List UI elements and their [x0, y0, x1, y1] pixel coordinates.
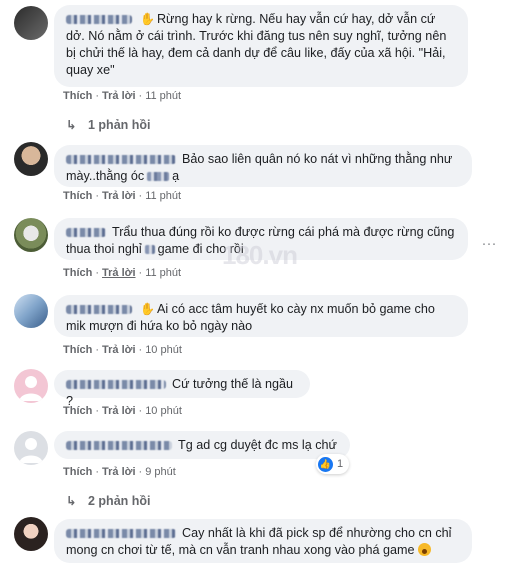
comment-bubble: Bảo sao liên quân nó ko nát vì những thằ…	[54, 145, 472, 187]
reply-button[interactable]: Trả lời	[102, 405, 136, 417]
censored-word	[144, 245, 155, 255]
default-avatar-icon	[19, 376, 43, 401]
hand-icon: ✋	[140, 302, 155, 316]
like-button[interactable]: Thích	[63, 90, 92, 102]
author-name[interactable]	[66, 380, 166, 390]
like-button[interactable]: Thích	[63, 190, 92, 202]
more-options-button[interactable]: ···	[477, 232, 501, 256]
comment-text: Tg ad cg duyệt đc ms lạ chứ	[178, 438, 337, 452]
comment-bubble: Cay nhất là khi đã pick sp để nhường cho…	[54, 519, 472, 563]
view-replies-link[interactable]: ↳ 2 phản hồi	[66, 493, 151, 508]
author-name[interactable]	[66, 155, 176, 165]
author-name[interactable]	[66, 15, 132, 25]
author-name[interactable]	[66, 441, 172, 451]
comment-bubble: Cứ tưởng thế là ngầu ?	[54, 370, 310, 408]
avatar[interactable]	[14, 431, 48, 465]
comment-actions: Thích · Trả lời · 10 phút	[63, 405, 182, 417]
author-name[interactable]	[66, 228, 106, 238]
timestamp[interactable]: 11 phút	[145, 267, 181, 279]
like-button[interactable]: Thích	[63, 466, 92, 478]
comment-bubble: Tg ad cg duyệt đc ms lạ chứ	[54, 431, 350, 459]
timestamp[interactable]: 11 phút	[145, 190, 181, 202]
reply-button[interactable]: Trả lời	[102, 267, 136, 279]
timestamp[interactable]: 10 phút	[145, 405, 182, 417]
censored-word	[147, 172, 170, 182]
avatar[interactable]	[14, 218, 48, 252]
avatar[interactable]	[14, 369, 48, 403]
more-horizontal-icon: ···	[481, 235, 497, 252]
like-button[interactable]: Thích	[63, 267, 92, 279]
view-replies-link[interactable]: ↳ 1 phản hồi	[66, 117, 151, 132]
author-name[interactable]	[66, 305, 132, 315]
timestamp[interactable]: 11 phút	[145, 90, 181, 102]
timestamp[interactable]: 9 phút	[145, 466, 176, 478]
hand-icon: ✋	[140, 12, 155, 26]
comment-bubble: ✋ Ai có acc tâm huyết ko cày nx muốn bỏ g…	[54, 295, 468, 337]
reply-button[interactable]: Trả lời	[102, 190, 136, 202]
like-thumb-icon: 👍	[318, 456, 333, 472]
default-avatar-icon	[19, 438, 43, 463]
watermark: 180.vn	[222, 240, 298, 270]
avatar[interactable]	[14, 142, 48, 176]
avatar[interactable]	[14, 517, 48, 551]
like-button[interactable]: Thích	[63, 344, 92, 356]
comment-actions: Thích · Trả lời · 9 phút	[63, 466, 176, 478]
wow-emoji-icon	[418, 543, 432, 556]
comment-actions: Thích · Trả lời · 10 phút	[63, 344, 182, 356]
avatar[interactable]	[14, 6, 48, 40]
like-button[interactable]: Thích	[63, 405, 92, 417]
reply-button[interactable]: Trả lời	[102, 466, 136, 478]
reply-arrow-icon: ↳	[66, 118, 77, 132]
reply-button[interactable]: Trả lời	[102, 344, 136, 356]
reply-arrow-icon: ↳	[66, 494, 77, 508]
avatar[interactable]	[14, 294, 48, 328]
reply-button[interactable]: Trả lời	[102, 90, 136, 102]
comment-bubble: ✋ Rừng hay k rừng. Nếu hay vẫn cứ hay, dở…	[54, 5, 468, 87]
comment-actions: Thích · Trả lời · 11 phút	[63, 190, 182, 202]
author-name[interactable]	[66, 529, 176, 539]
timestamp[interactable]: 10 phút	[145, 344, 182, 356]
comment-actions: Thích · Trả lời · 11 phút	[63, 267, 182, 279]
reaction-count-badge[interactable]: 👍 1	[316, 454, 350, 474]
comment-actions: Thích · Trả lời · 11 phút	[63, 90, 182, 102]
